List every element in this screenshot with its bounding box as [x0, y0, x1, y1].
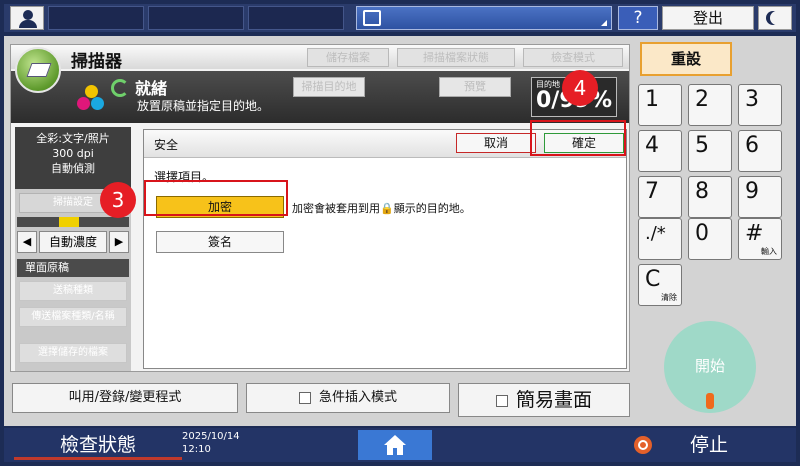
- encrypt-description: 加密會被套用到用🔒顯示的目的地。: [292, 202, 471, 215]
- cancel-button[interactable]: 取消: [456, 133, 536, 153]
- app-header: 掃描器 儲存檔案 掃描檔案狀態 檢查模式: [11, 45, 629, 72]
- simple-screen-button[interactable]: 簡易畫面: [458, 383, 630, 417]
- key-hash[interactable]: # 輸入: [738, 218, 782, 260]
- security-dialog: 安全 取消 確定 選擇項目。 加密 加密會被套用到用🔒顯示的目的地。 簽名: [143, 129, 627, 369]
- ready-status: 就緒: [135, 79, 168, 98]
- expand-corner-icon: [601, 20, 607, 26]
- energy-saver-button[interactable]: [758, 6, 792, 30]
- key-8[interactable]: 8: [688, 176, 732, 218]
- select-stored-file-button[interactable]: 選擇儲存的檔案: [19, 343, 127, 363]
- key-2[interactable]: 2: [688, 84, 732, 126]
- top-slot-3: [248, 6, 344, 30]
- feed-type-button[interactable]: 送稿種類: [19, 281, 127, 301]
- store-file-button[interactable]: 儲存檔案: [307, 48, 389, 67]
- stop-button[interactable]: 停止: [690, 430, 728, 460]
- interrupt-mode-label: 急件插入模式: [318, 390, 397, 405]
- key-9[interactable]: 9: [738, 176, 782, 218]
- key-7[interactable]: 7: [638, 176, 682, 218]
- annotation-badge-3: 3: [100, 182, 136, 218]
- main-area: 掃描器 儲存檔案 掃描檔案狀態 檢查模式 就緒 放置原稿並指定目的地。 掃描目的…: [4, 36, 796, 426]
- check-status-button[interactable]: 檢查狀態: [14, 430, 182, 460]
- auto-density-button[interactable]: 自動濃度: [39, 231, 107, 253]
- density-control: ◀ 自動濃度 ▶: [17, 231, 129, 253]
- key-6[interactable]: 6: [738, 130, 782, 172]
- user-icon[interactable]: [10, 6, 44, 30]
- interrupt-mode-button[interactable]: 急件插入模式: [246, 383, 450, 413]
- annotation-box-ok: [530, 120, 626, 156]
- preview-button[interactable]: 預覽: [439, 77, 511, 97]
- scan-destination-button[interactable]: 掃描目的地: [293, 77, 365, 97]
- scan-status-icon: [363, 10, 381, 26]
- stop-icon-inner: [638, 440, 648, 450]
- toner-balls-icon: [77, 85, 107, 115]
- key-3[interactable]: 3: [738, 84, 782, 126]
- moon-icon: [770, 11, 784, 25]
- key-clear[interactable]: C 清除: [638, 264, 682, 306]
- top-slot-2: [148, 6, 244, 30]
- recall-program-label: 叫用/登錄/變更程式: [68, 390, 182, 405]
- key-1[interactable]: 1: [638, 84, 682, 126]
- time: 12:10: [182, 444, 211, 455]
- density-left-arrow[interactable]: ◀: [17, 231, 37, 253]
- recall-program-button[interactable]: 叫用/登錄/變更程式: [12, 383, 238, 413]
- app-title: 掃描器: [71, 52, 122, 72]
- user-head: [23, 10, 33, 20]
- date: 2025/10/14: [182, 431, 240, 442]
- sign-button[interactable]: 簽名: [156, 231, 284, 253]
- ready-icon: [111, 79, 129, 97]
- device-frame: ? 登出 掃描器 儲存檔案 掃描檔案狀態 檢查模式 就緒 放置原稿並指定目的地。…: [0, 0, 800, 466]
- density-indicator: [59, 217, 79, 227]
- start-label: 開始: [694, 357, 725, 375]
- top-slot-1: [48, 6, 144, 30]
- status-strip: 就緒 放置原稿並指定目的地。 掃描目的地 預覽 目的地 0/99%: [11, 71, 629, 123]
- system-status-field[interactable]: [356, 6, 612, 30]
- key-5[interactable]: 5: [688, 130, 732, 172]
- home-button[interactable]: [358, 430, 432, 460]
- key-hash-label: #: [745, 221, 764, 246]
- ready-instruction: 放置原稿並指定目的地。: [137, 99, 270, 113]
- reset-button[interactable]: 重設: [640, 42, 732, 76]
- start-button[interactable]: 開始: [664, 321, 756, 413]
- start-led-icon: [706, 393, 714, 409]
- dialog-title: 安全: [154, 138, 179, 152]
- footer-bar: 檢查狀態 2025/10/14 12:10 停止: [4, 428, 796, 462]
- color-mode: 全彩:文字/照片: [36, 132, 110, 145]
- annotation-badge-4: 4: [562, 70, 598, 106]
- key-clear-label: C: [645, 267, 661, 292]
- key-dot-star[interactable]: ./*: [638, 218, 682, 260]
- scan-file-status-button[interactable]: 掃描檔案狀態: [397, 48, 515, 67]
- home-icon: [384, 435, 406, 455]
- simple-screen-label: 簡易畫面: [515, 389, 592, 411]
- top-bar: ? 登出: [4, 4, 796, 32]
- scanner-app-icon: [15, 47, 61, 93]
- settings-column: 全彩:文字/照片 300 dpi 自動偵測 掃描設定 ◀ 自動濃度 ▶ 單面原稿…: [15, 127, 131, 371]
- key-0[interactable]: 0: [688, 218, 732, 260]
- help-button[interactable]: ?: [618, 6, 658, 30]
- interrupt-checkbox: [298, 391, 311, 404]
- auto-detect: 自動偵測: [51, 162, 95, 175]
- color-resolution-info[interactable]: 全彩:文字/照片 300 dpi 自動偵測: [15, 127, 131, 189]
- check-mode-button[interactable]: 檢查模式: [523, 48, 623, 67]
- density-right-arrow[interactable]: ▶: [109, 231, 129, 253]
- simple-screen-checkbox: [495, 394, 508, 407]
- annotation-box-encrypt: [144, 180, 288, 216]
- magenta-ball: [77, 97, 90, 110]
- key-clear-sub: 清除: [661, 293, 677, 302]
- file-type-name-button[interactable]: 傳送檔案種類/名稱: [19, 307, 127, 327]
- user-body: [19, 20, 37, 28]
- single-sided-original[interactable]: 單面原稿: [17, 259, 129, 277]
- date-time: 2025/10/14 12:10: [182, 430, 240, 456]
- cyan-ball: [91, 97, 104, 110]
- stop-icon[interactable]: [634, 436, 652, 454]
- key-hash-sub: 輸入: [761, 247, 777, 256]
- logout-button[interactable]: 登出: [662, 6, 754, 30]
- resolution: 300 dpi: [52, 147, 94, 160]
- key-4[interactable]: 4: [638, 130, 682, 172]
- paper-icon: [26, 63, 52, 77]
